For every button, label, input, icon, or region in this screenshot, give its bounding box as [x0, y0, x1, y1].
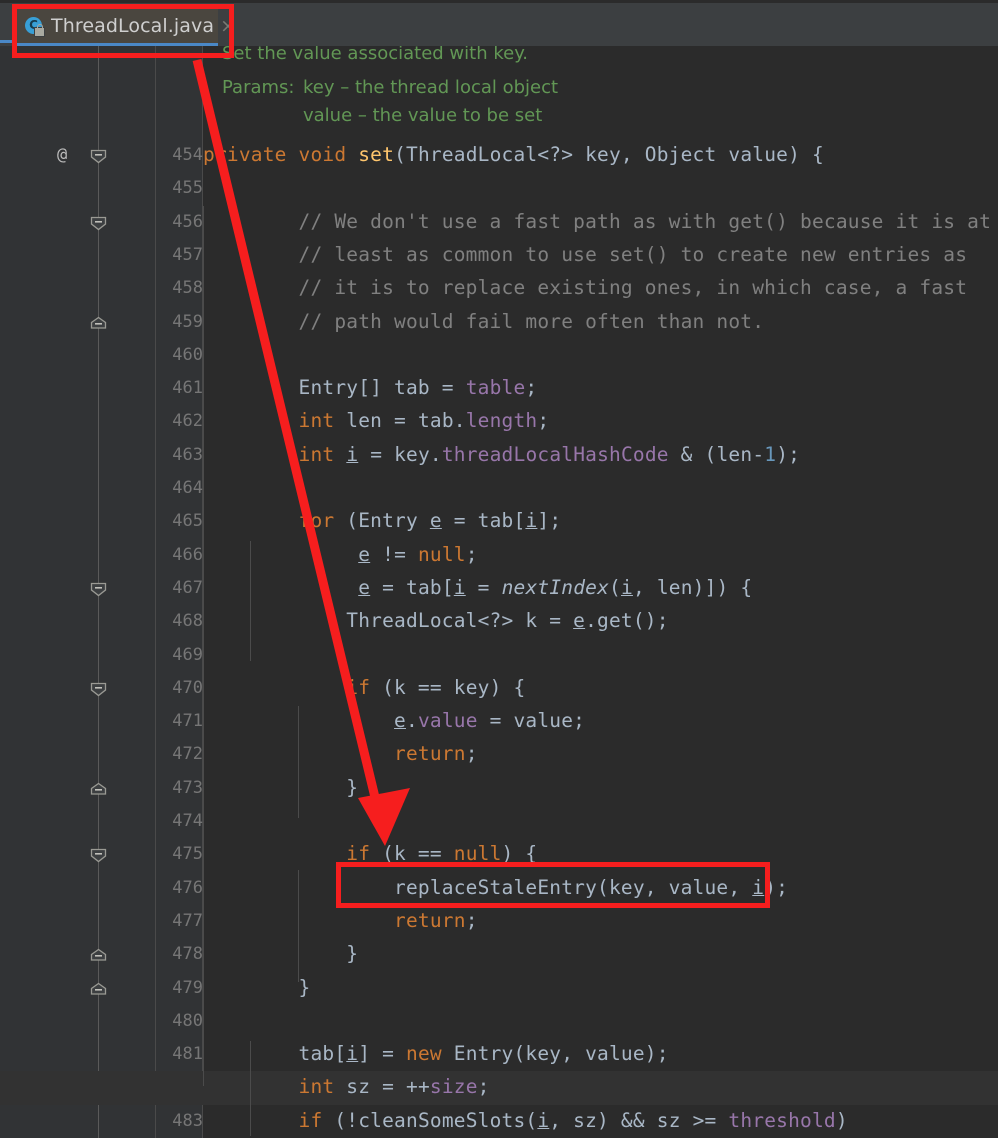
code-line-466[interactable]	[0, 539, 998, 572]
code-text-454: private void set(ThreadLocal<?> key, Obj…	[203, 143, 824, 166]
code-text-479: }	[203, 975, 311, 999]
code-text-476: replaceStaleEntry(key, value, i);	[203, 875, 789, 899]
code-line-473[interactable]	[0, 772, 998, 805]
editor-tab-strip: C ThreadLocal.java ×	[0, 0, 998, 46]
tab-label: ThreadLocal.java	[51, 15, 215, 37]
code-line-464[interactable]	[0, 472, 998, 505]
tab-active-underline-left	[0, 40, 14, 43]
code-text-463: int i = key.threadLocalHashCode & (len-1…	[298, 442, 801, 466]
code-text-478: }	[203, 942, 359, 966]
code-editor[interactable]: 454 @455 456 457 458 459 460 461 462 463 464 465 466…	[0, 46, 998, 1138]
code-text-461: Entry[] tab = table;	[203, 376, 538, 400]
indent-guide-2	[250, 541, 251, 661]
code-text-481: tab[i] = new Entry(key, value);	[203, 1042, 669, 1066]
code-text-475: if (k == null) {	[346, 842, 538, 866]
close-icon[interactable]: ×	[214, 16, 236, 36]
code-text-467: e = tab[i = nextIndex(i, len)]) {	[358, 575, 753, 599]
code-text-466: e != null;	[358, 542, 478, 566]
code-line-478[interactable]	[0, 938, 998, 971]
code-text-457: // least as common to use set() to creat…	[203, 242, 968, 266]
code-text-456: // We don't use a fast path as with get(…	[203, 209, 992, 233]
java-class-locked-icon: C	[24, 16, 45, 37]
indent-guide-1	[203, 206, 204, 1086]
code-line-472[interactable]	[0, 738, 998, 771]
code-text-470: if (k == key) {	[346, 675, 526, 699]
code-text-462: int len = tab.length;	[298, 409, 550, 433]
code-text-468: ThreadLocal<?> k = e.get();	[203, 609, 669, 633]
code-content[interactable]: private void set(ThreadLocal<?> key, Obj…	[0, 46, 998, 1138]
code-text-459: // path would fail more often than not.	[203, 309, 765, 333]
code-line-482[interactable]	[0, 1071, 998, 1105]
tab-threadlocal-java[interactable]: C ThreadLocal.java ×	[14, 6, 236, 46]
indent-guide-5	[250, 1041, 251, 1136]
code-line-480[interactable]	[0, 1005, 998, 1038]
code-line-477[interactable]	[0, 905, 998, 938]
lock-badge-icon	[34, 24, 45, 37]
code-line-455[interactable]	[0, 172, 998, 205]
code-line-479[interactable]	[0, 972, 998, 1005]
code-text-471: e.value = value;	[394, 709, 586, 733]
indent-guide-3	[298, 706, 299, 818]
code-line-460[interactable]	[0, 339, 998, 372]
code-text-483: if (!cleanSomeSlots(i, sz) && sz >= thre…	[298, 1108, 848, 1132]
indent-guide-4	[298, 870, 299, 982]
code-line-474[interactable]	[0, 805, 998, 838]
code-line-469[interactable]	[0, 639, 998, 672]
code-text-472: return;	[394, 742, 478, 766]
code-text-458: // it is to replace existing ones, in wh…	[203, 276, 968, 300]
code-text-473: }	[203, 775, 359, 799]
code-text-465: for (Entry e = tab[i];	[298, 509, 562, 533]
code-text-482: int sz = ++size;	[298, 1075, 490, 1099]
code-text-477: return;	[394, 908, 478, 932]
